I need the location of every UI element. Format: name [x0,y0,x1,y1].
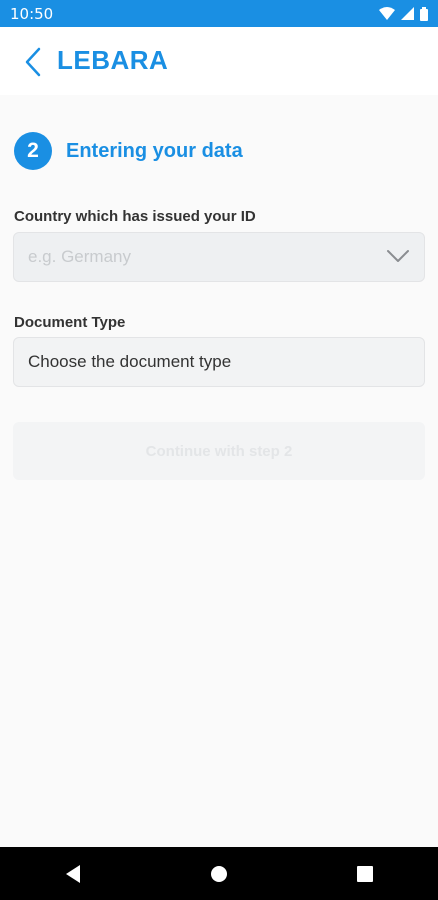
nav-home-button[interactable] [199,854,239,894]
app-bar: LEBARA [0,27,438,95]
back-triangle-icon [66,864,80,883]
document-type-select[interactable]: Choose the document type [13,337,425,387]
step-header: 2 Entering your data [14,132,243,170]
wifi-icon [379,7,395,20]
nav-back-button[interactable] [53,854,93,894]
chevron-left-icon [25,47,41,77]
country-select[interactable]: e.g. Germany [13,232,425,282]
status-time: 10:50 [10,4,54,23]
document-type-value: Choose the document type [28,352,232,371]
step-title: Entering your data [66,139,243,162]
document-type-label: Document Type [14,314,126,331]
battery-icon [420,6,428,21]
back-button[interactable] [22,47,44,77]
main-content: 2 Entering your data Country which has i… [0,95,438,847]
recents-square-icon [357,865,373,882]
chevron-down-icon [387,250,409,262]
home-circle-icon [211,865,227,882]
brand-logo: LEBARA [57,45,169,75]
country-field-label: Country which has issued your ID [14,208,256,225]
status-bar: 10:50 [0,0,438,27]
signal-icon [401,7,414,20]
country-placeholder: e.g. Germany [28,247,131,266]
step-number-badge: 2 [14,132,52,170]
nav-recents-button[interactable] [345,854,385,894]
continue-button[interactable]: Continue with step 2 [13,422,425,480]
status-icons [379,6,428,21]
navigation-bar [0,847,438,900]
